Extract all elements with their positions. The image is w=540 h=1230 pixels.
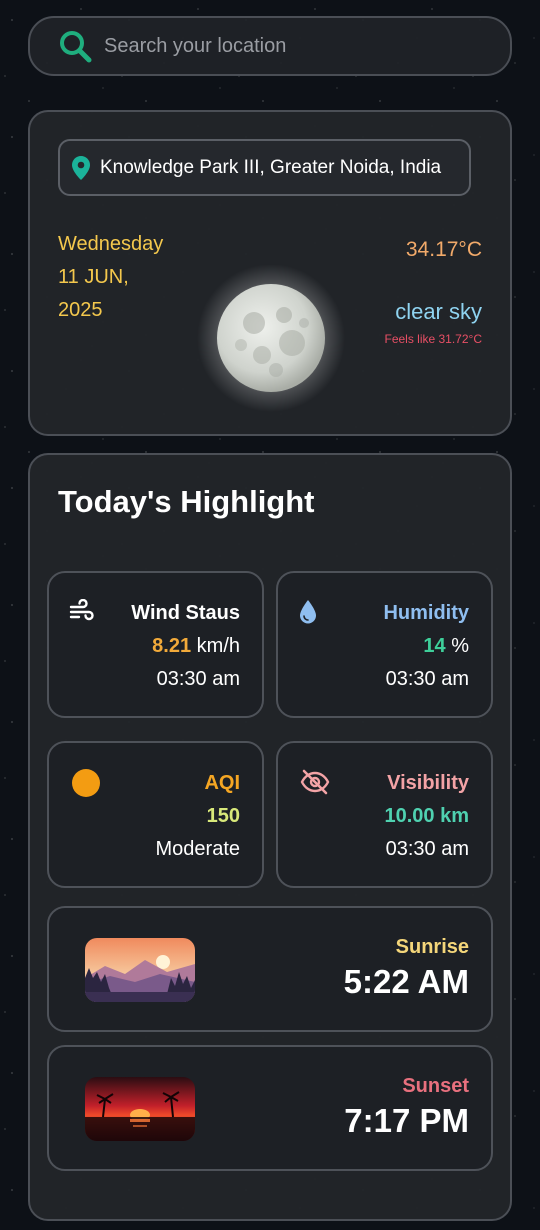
aqi-status: Moderate [155, 838, 241, 860]
humidity-label: Humidity [383, 602, 469, 624]
sunset-tile[interactable]: Sunset 7:17 PM [47, 1045, 493, 1171]
wind-unit: km/h [196, 635, 240, 657]
sunset-image [85, 1077, 195, 1141]
visibility-value: 10.00 km [384, 805, 469, 827]
sunrise-tile[interactable]: Sunrise 5:22 AM [47, 906, 493, 1032]
search-input[interactable] [104, 26, 484, 66]
humidity-time: 03:30 am [385, 668, 469, 690]
weekday: Wednesday [58, 233, 164, 255]
moon-icon [197, 265, 345, 412]
aqi-tile[interactable]: AQI 150 Moderate [47, 741, 264, 888]
humidity-value: 14 [423, 635, 446, 657]
wind-icon [69, 599, 94, 621]
aqi-label: AQI [204, 772, 240, 794]
eye-off-icon [300, 769, 330, 795]
sunset-label: Sunset [402, 1075, 469, 1097]
sunrise-time: 5:22 AM [343, 963, 469, 1000]
wind-tile[interactable]: Wind Staus 8.21 km/h 03:30 am [47, 571, 264, 718]
location-pill[interactable]: Knowledge Park III, Greater Noida, India [58, 139, 471, 196]
sun-circle-icon [72, 769, 100, 797]
visibility-time: 03:30 am [385, 838, 469, 860]
location-name: Knowledge Park III, Greater Noida, India [100, 156, 442, 178]
sunrise-label: Sunrise [395, 936, 469, 958]
water-drop-icon [300, 600, 316, 624]
sunrise-image [85, 938, 195, 1002]
humidity-unit: % [451, 635, 469, 657]
weather-description: clear sky [395, 299, 482, 324]
temperature: 34.17°C [405, 238, 482, 261]
visibility-tile[interactable]: Visibility 10.00 km 03:30 am [276, 741, 493, 888]
wind-label: Wind Staus [131, 602, 240, 624]
search-bar[interactable] [28, 16, 512, 76]
humidity-reading: 14 % [383, 630, 469, 663]
current-date: Wednesday 11 JUN, 2025 [58, 228, 208, 327]
sunset-time: 7:17 PM [344, 1102, 469, 1139]
feels-like: Feels like 31.72°C [384, 332, 482, 346]
map-pin-icon [72, 155, 90, 180]
search-icon[interactable] [58, 29, 92, 63]
date-line-2: 2025 [58, 299, 103, 321]
visibility-label: Visibility [387, 772, 469, 794]
date-line-1: 11 JUN, [58, 266, 129, 288]
highlights-title: Today's Highlight [58, 484, 315, 519]
humidity-tile[interactable]: Humidity 14 % 03:30 am [276, 571, 493, 718]
wind-speed: 8.21 km/h [131, 630, 240, 663]
aqi-value: 150 [206, 805, 240, 827]
wind-time: 03:30 am [156, 668, 240, 690]
wind-value: 8.21 [152, 635, 192, 657]
